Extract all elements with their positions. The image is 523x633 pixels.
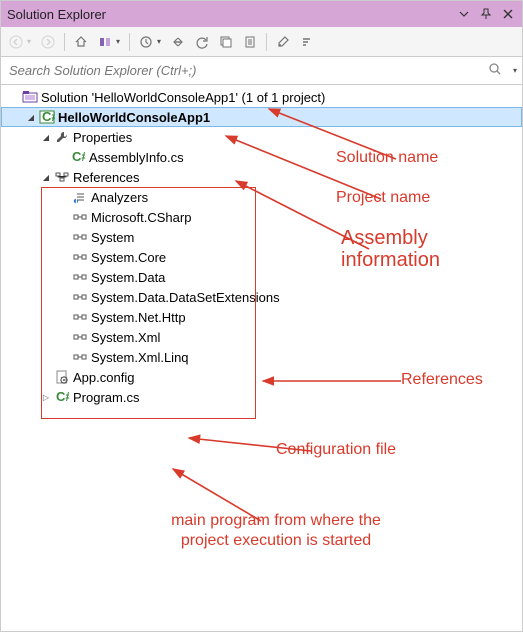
- expand-toggle[interactable]: [39, 390, 53, 404]
- reference-label: System: [91, 230, 138, 245]
- preview-button[interactable]: [296, 31, 318, 53]
- solution-label: Solution 'HelloWorldConsoleApp1' (1 of 1…: [41, 90, 329, 105]
- reference-icon: [71, 309, 89, 325]
- switch-views-dropdown[interactable]: ▾: [116, 37, 124, 46]
- close-icon[interactable]: [500, 6, 516, 22]
- reference-item[interactable]: Microsoft.CSharp: [1, 207, 522, 227]
- svg-text:C#: C#: [56, 390, 69, 404]
- appconfig-label: App.config: [73, 370, 138, 385]
- analyzers-label: Analyzers: [91, 190, 152, 205]
- solution-icon: [21, 89, 39, 105]
- expand-toggle[interactable]: [39, 130, 53, 144]
- annotation-config-file: Configuration file: [276, 441, 396, 459]
- expand-placeholder: [7, 90, 21, 104]
- search-row: ▾: [1, 57, 522, 85]
- show-all-files-button[interactable]: [239, 31, 261, 53]
- config-file-icon: [53, 369, 71, 385]
- properties-label: Properties: [73, 130, 136, 145]
- reference-item[interactable]: System.Data.DataSetExtensions: [1, 287, 522, 307]
- assemblyinfo-node[interactable]: C# AssemblyInfo.cs: [1, 147, 522, 167]
- switch-views-button[interactable]: [94, 31, 116, 53]
- references-label: References: [73, 170, 143, 185]
- csharp-project-icon: C#: [38, 109, 56, 125]
- annotation-main-program: main program from where the project exec…: [166, 511, 386, 551]
- search-icon[interactable]: [482, 62, 508, 79]
- back-dropdown[interactable]: ▾: [27, 37, 35, 46]
- reference-icon: [71, 209, 89, 225]
- expand-toggle[interactable]: [24, 110, 38, 124]
- reference-label: System.Net.Http: [91, 310, 190, 325]
- search-input[interactable]: [1, 59, 482, 82]
- refresh-button[interactable]: [191, 31, 213, 53]
- pin-icon[interactable]: [478, 6, 494, 22]
- reference-item[interactable]: System.Xml: [1, 327, 522, 347]
- reference-item[interactable]: System.Net.Http: [1, 307, 522, 327]
- pending-changes-dropdown[interactable]: ▾: [157, 37, 165, 46]
- reference-label: Microsoft.CSharp: [91, 210, 195, 225]
- csharp-file-icon: C#: [53, 389, 71, 405]
- reference-item[interactable]: System: [1, 227, 522, 247]
- reference-label: System.Data.DataSetExtensions: [91, 290, 284, 305]
- svg-text:C#: C#: [72, 150, 85, 164]
- expand-placeholder: [55, 150, 69, 164]
- toolbar-separator: [266, 33, 267, 51]
- reference-item[interactable]: System.Data: [1, 267, 522, 287]
- titlebar: Solution Explorer: [1, 1, 522, 27]
- toolbar: ▾ ▾ ▾: [1, 27, 522, 57]
- collapse-all-button[interactable]: [215, 31, 237, 53]
- appconfig-node[interactable]: App.config: [1, 367, 522, 387]
- reference-label: System.Data: [91, 270, 169, 285]
- reference-icon: [71, 329, 89, 345]
- csharp-file-icon: C#: [69, 149, 87, 165]
- properties-button[interactable]: [272, 31, 294, 53]
- reference-icon: [71, 269, 89, 285]
- toolbar-separator: [64, 33, 65, 51]
- reference-icon: [71, 349, 89, 365]
- reference-icon: [71, 229, 89, 245]
- analyzers-node[interactable]: i Analyzers: [1, 187, 522, 207]
- references-node[interactable]: References: [1, 167, 522, 187]
- home-button[interactable]: [70, 31, 92, 53]
- reference-item[interactable]: System.Core: [1, 247, 522, 267]
- project-node[interactable]: C# HelloWorldConsoleApp1: [1, 107, 522, 127]
- reference-icon: [71, 289, 89, 305]
- reference-label: System.Core: [91, 250, 170, 265]
- expand-toggle[interactable]: [39, 170, 53, 184]
- search-dropdown[interactable]: ▾: [508, 66, 522, 75]
- reference-label: System.Xml.Linq: [91, 350, 193, 365]
- dropdown-icon[interactable]: [456, 6, 472, 22]
- analyzers-icon: i: [71, 189, 89, 205]
- program-node[interactable]: C# Program.cs: [1, 387, 522, 407]
- references-icon: [53, 169, 71, 185]
- svg-text:C#: C#: [42, 110, 55, 124]
- expand-placeholder: [39, 370, 53, 384]
- reference-icon: [71, 249, 89, 265]
- toolbar-separator: [129, 33, 130, 51]
- window-title: Solution Explorer: [7, 7, 450, 22]
- project-label: HelloWorldConsoleApp1: [58, 110, 214, 125]
- forward-button[interactable]: [37, 31, 59, 53]
- program-label: Program.cs: [73, 390, 143, 405]
- assemblyinfo-label: AssemblyInfo.cs: [89, 150, 188, 165]
- reference-label: System.Xml: [91, 330, 164, 345]
- pending-changes-button[interactable]: [135, 31, 157, 53]
- svg-text:i: i: [75, 191, 78, 204]
- properties-node[interactable]: Properties: [1, 127, 522, 147]
- solution-tree: Solution 'HelloWorldConsoleApp1' (1 of 1…: [1, 85, 522, 409]
- back-button[interactable]: [5, 31, 27, 53]
- sync-button[interactable]: [167, 31, 189, 53]
- solution-node[interactable]: Solution 'HelloWorldConsoleApp1' (1 of 1…: [1, 87, 522, 107]
- reference-item[interactable]: System.Xml.Linq: [1, 347, 522, 367]
- wrench-icon: [53, 129, 71, 145]
